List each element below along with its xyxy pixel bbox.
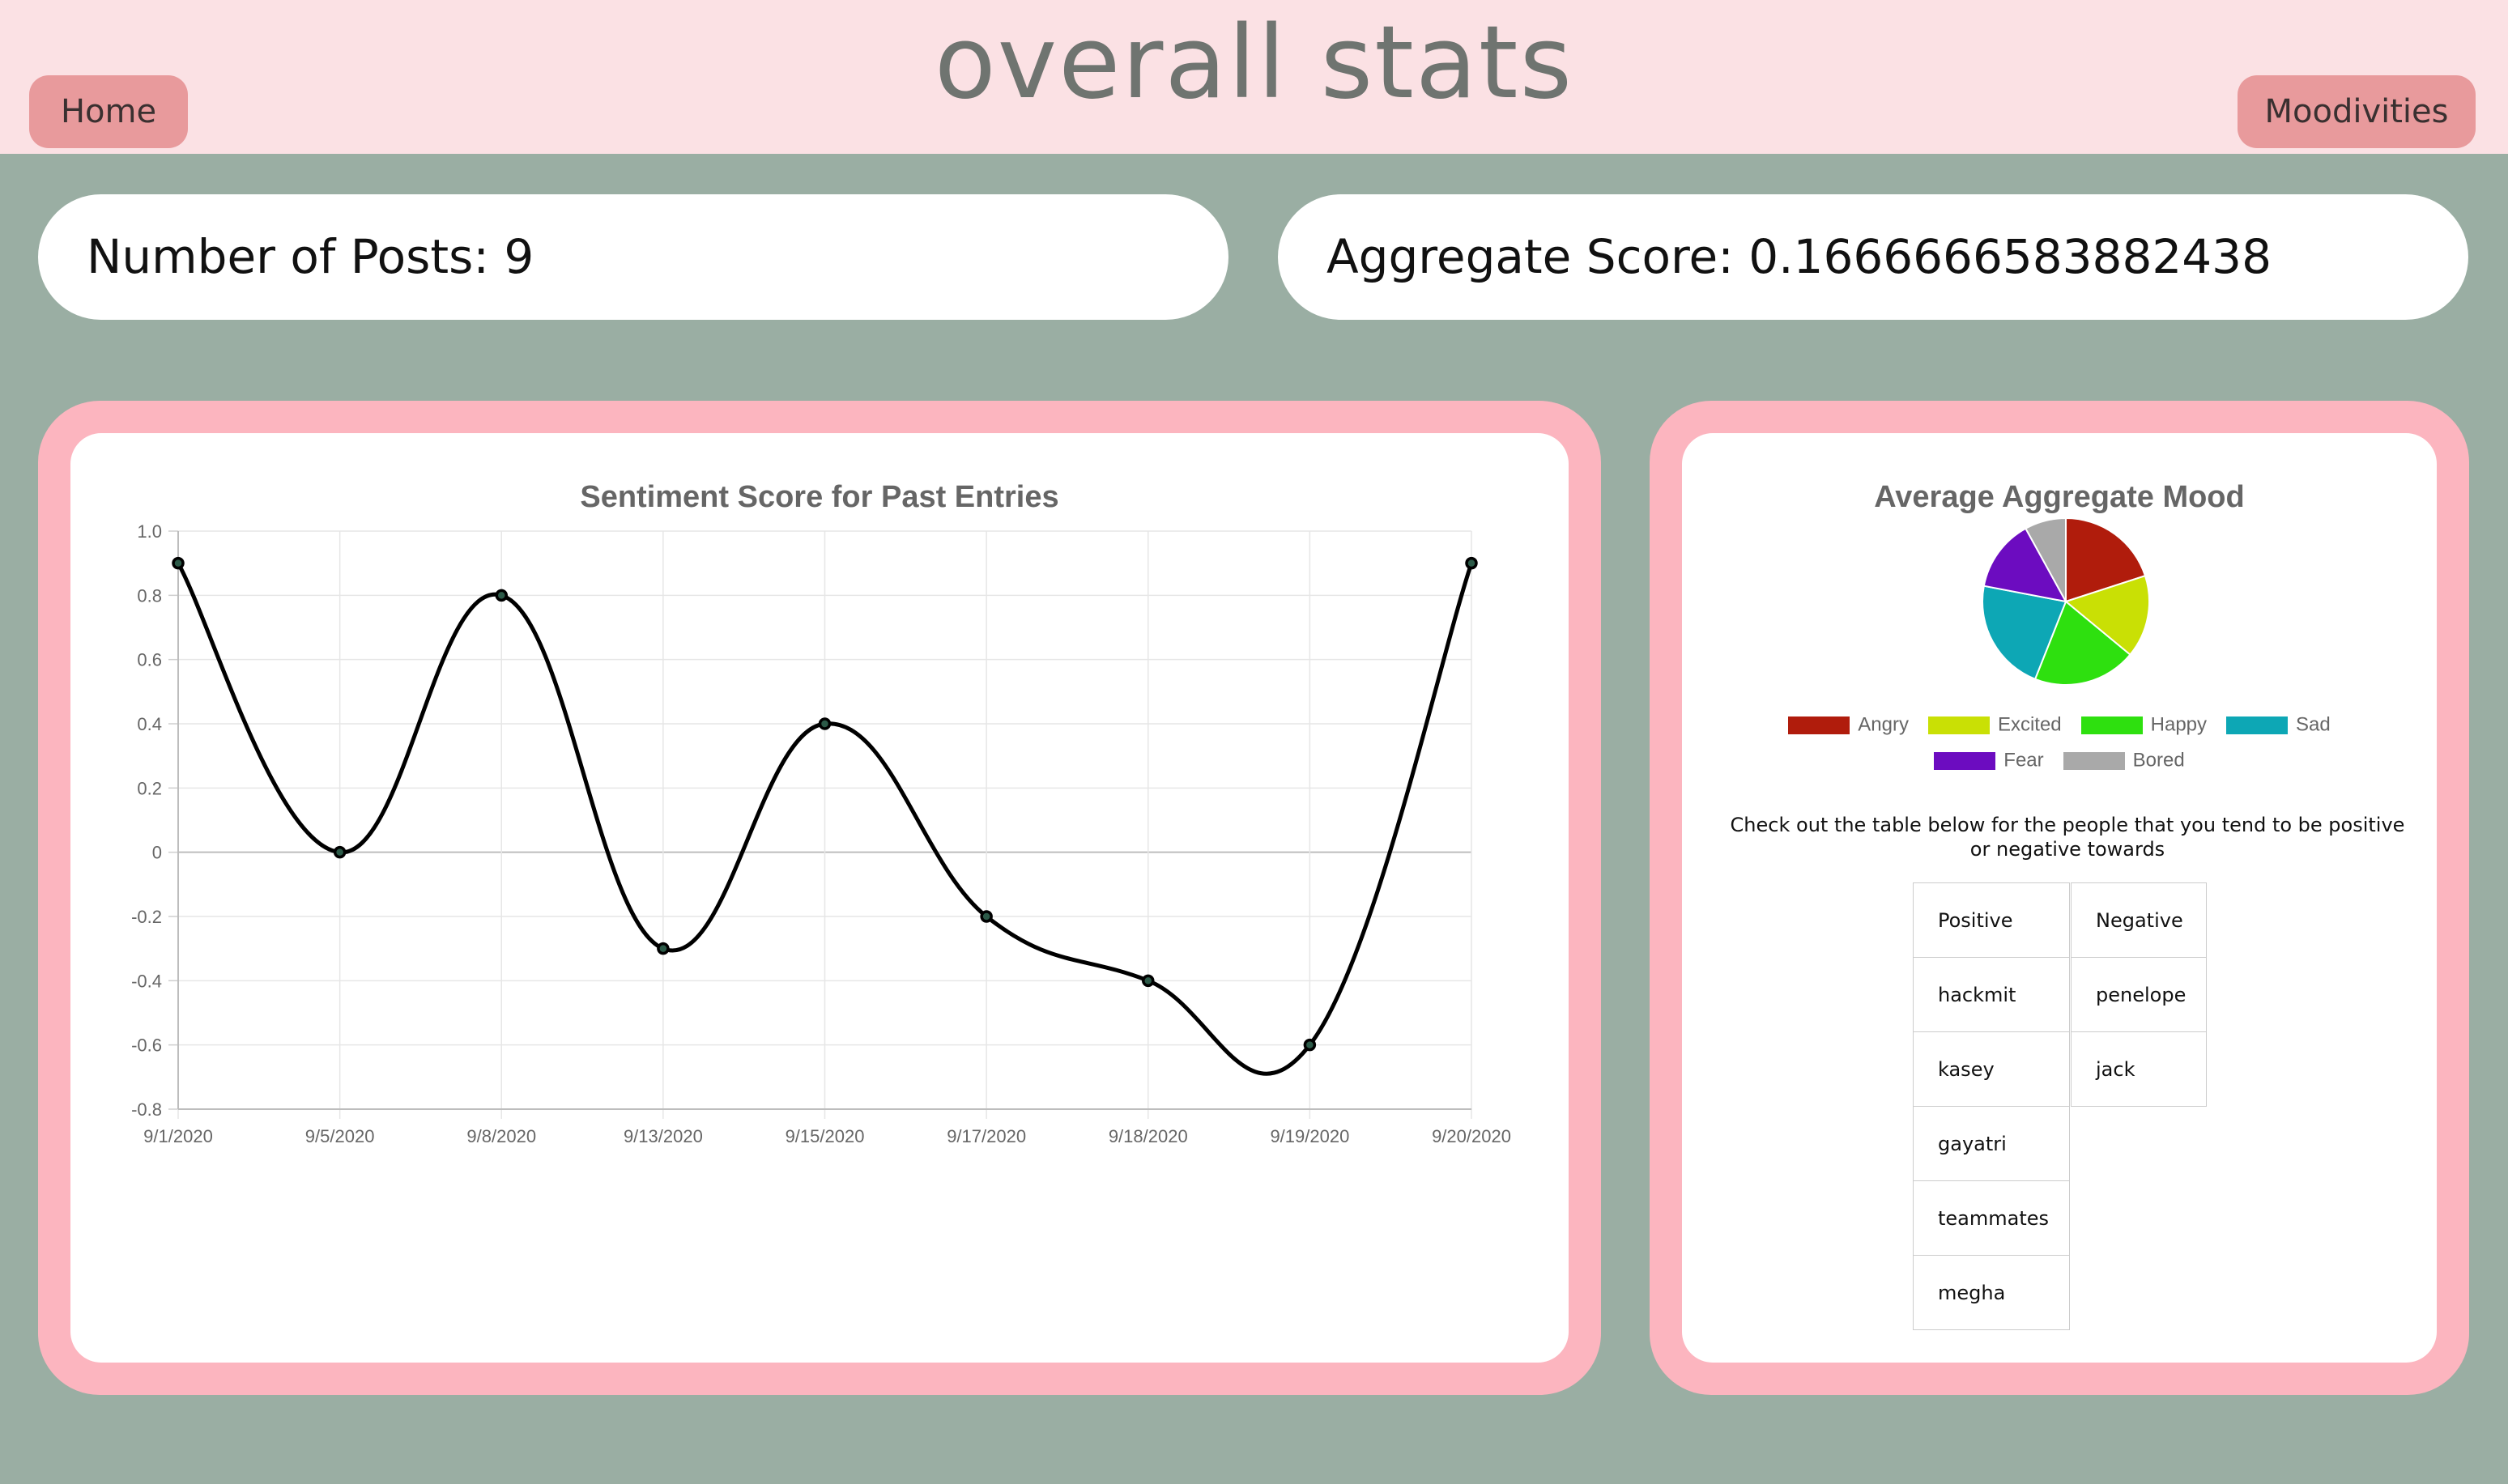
x-tick-label: 9/17/2020 (947, 1126, 1026, 1146)
sentiment-data-point[interactable] (1303, 1038, 1317, 1052)
legend-swatch (1788, 716, 1850, 734)
x-tick-label: 9/15/2020 (786, 1126, 865, 1146)
people-table-caption: Check out the table below for the people… (1730, 814, 2405, 861)
sentiment-chart-card: Sentiment Score for Past Entries 1.0 0.8 0… (70, 433, 1569, 1363)
y-tick-label: -0.4 (131, 971, 162, 991)
y-tick-label: -0.6 (131, 1035, 162, 1056)
y-tick-label: 0 (152, 843, 162, 863)
y-tick-label: -0.2 (131, 907, 162, 927)
aggregate-score-text: Aggregate Score: 0.1666666583882438 (1326, 229, 2272, 284)
positive-person: megha (1914, 1256, 2069, 1330)
sentiment-data-point[interactable] (657, 942, 670, 955)
x-tick-label: 9/20/2020 (1432, 1126, 1511, 1146)
x-tick-label: 9/18/2020 (1109, 1126, 1188, 1146)
positive-people-column: Positive hackmit kasey gayatri teammates… (1913, 882, 2070, 1330)
legend-swatch (1927, 716, 1990, 734)
page-header: Home overall stats Moodivities (0, 0, 2508, 154)
page-title: overall stats (934, 5, 1574, 121)
legend-swatch (2063, 751, 2125, 770)
sentiment-data-point[interactable] (818, 717, 832, 730)
x-tick-label: 9/1/2020 (143, 1126, 213, 1146)
sentiment-data-point[interactable] (333, 845, 347, 859)
negative-header: Negative (2072, 883, 2206, 958)
positive-person: gayatri (1914, 1107, 2069, 1181)
y-tick-label: 0.6 (137, 650, 162, 670)
posts-count-text: Number of Posts: 9 (87, 229, 534, 284)
y-tick-label: -0.8 (131, 1099, 162, 1120)
x-tick-label: 9/19/2020 (1270, 1126, 1349, 1146)
legend-item-happy[interactable]: Happy (2080, 713, 2208, 737)
legend-item-bored[interactable]: Bored (2063, 749, 2185, 772)
posts-count-card: Number of Posts: 9 (38, 194, 1228, 320)
negative-people-column: Negative penelope jack (2071, 882, 2207, 1107)
positive-header: Positive (1914, 883, 2069, 958)
sentiment-line-chart: 1.0 0.8 0.6 0.4 0.2 0 -0.2 -0.4 -0.6 -0.8 9/1/2020… (131, 521, 1511, 1146)
mood-legend: Angry Excited Happy Sad Fear Bored (1682, 713, 2437, 785)
negative-person: penelope (2072, 958, 2206, 1032)
legend-label: Excited (1997, 713, 2062, 736)
negative-person: jack (2072, 1032, 2206, 1107)
sentiment-data-point[interactable] (980, 910, 993, 923)
legend-label: Happy (2150, 713, 2208, 736)
legend-swatch (2080, 716, 2143, 734)
legend-label: Fear (2003, 749, 2044, 772)
y-tick-label: 1.0 (137, 521, 162, 542)
sentiment-chart-panel: Sentiment Score for Past Entries 1.0 0.8 0… (38, 401, 1601, 1395)
legend-item-fear[interactable]: Fear (1934, 749, 2044, 772)
legend-item-angry[interactable]: Angry (1788, 713, 1909, 737)
y-tick-label: 0.2 (137, 778, 162, 798)
positive-person: hackmit (1914, 958, 2069, 1032)
y-tick-label: 0.8 (137, 585, 162, 606)
sentiment-data-point[interactable] (495, 589, 508, 602)
sentiment-data-point[interactable] (1465, 556, 1478, 570)
legend-label: Sad (2296, 713, 2331, 736)
positive-person: kasey (1914, 1032, 2069, 1107)
legend-item-excited[interactable]: Excited (1927, 713, 2062, 737)
legend-item-sad[interactable]: Sad (2226, 713, 2331, 737)
legend-swatch (2226, 716, 2289, 734)
legend-label: Angry (1858, 713, 1909, 736)
x-tick-label: 9/5/2020 (305, 1126, 375, 1146)
sentiment-data-point[interactable] (172, 556, 185, 570)
aggregate-score-card: Aggregate Score: 0.1666666583882438 (1278, 194, 2468, 320)
moodivities-button[interactable]: Moodivities (2238, 75, 2476, 148)
x-tick-label: 9/8/2020 (466, 1126, 536, 1146)
y-tick-label: 0.4 (137, 714, 162, 734)
legend-swatch (1934, 751, 1996, 770)
mood-pie-chart (1982, 517, 2150, 686)
legend-label: Bored (2132, 749, 2185, 772)
sentiment-data-point[interactable] (1142, 974, 1155, 988)
x-tick-label: 9/13/2020 (624, 1126, 703, 1146)
positive-person: teammates (1914, 1181, 2069, 1256)
